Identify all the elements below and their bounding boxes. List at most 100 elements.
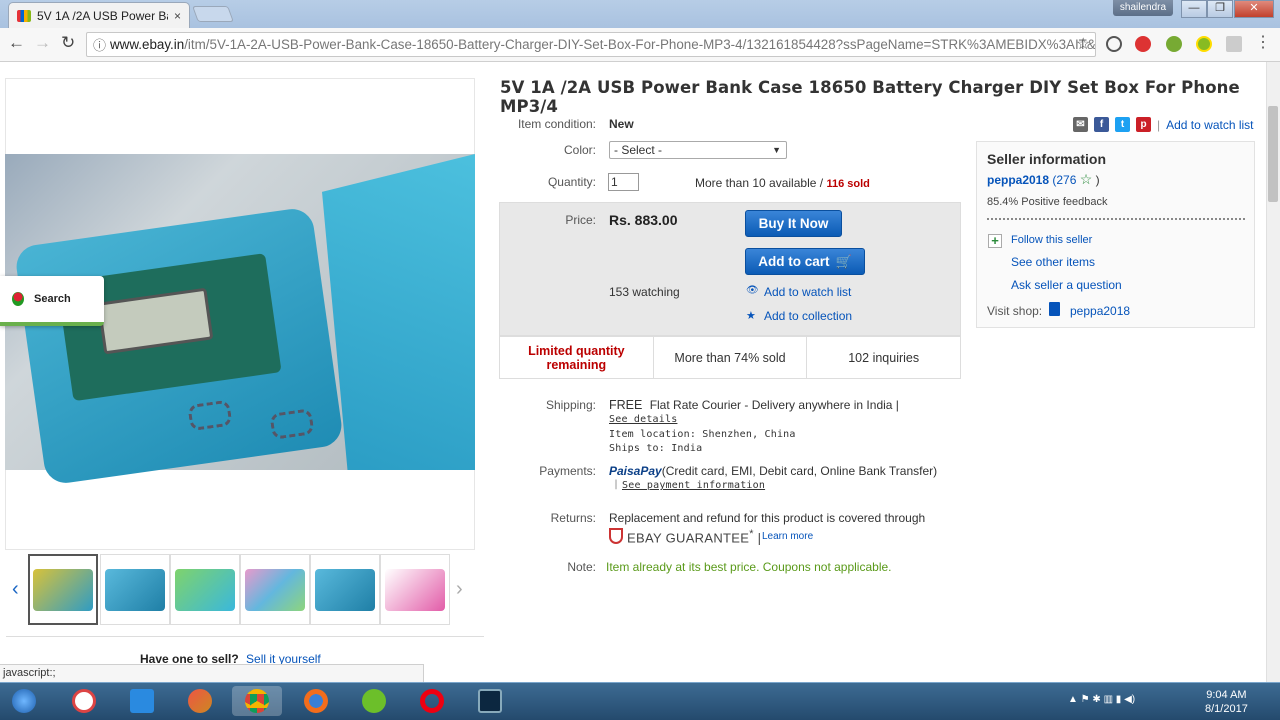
profile-badge[interactable]: shailendra xyxy=(1113,0,1173,16)
taskbar-app-icon[interactable] xyxy=(182,686,218,716)
price-value: Rs. 883.00 xyxy=(609,212,678,228)
plus-icon[interactable]: + xyxy=(988,234,1002,248)
shipping-info: FREE Flat Rate Courier - Delivery anywhe… xyxy=(609,398,899,412)
tab-title: 5V 1A /2A USB Power Ba xyxy=(37,8,168,23)
adblock-extension-icon[interactable] xyxy=(1135,36,1151,52)
seller-name-link[interactable]: peppa2018 xyxy=(987,173,1049,187)
thumbnail[interactable] xyxy=(380,554,450,625)
eye-icon: 👁 xyxy=(746,285,759,296)
see-details-link[interactable]: See details xyxy=(609,414,677,425)
returns-label: Returns: xyxy=(550,511,596,525)
availability-text: More than 10 available / 116 sold xyxy=(695,176,870,190)
color-select[interactable]: - Select - ▼ xyxy=(609,141,787,159)
thumbnail[interactable] xyxy=(310,554,380,625)
tray-icons[interactable]: ▲ ⚑ ✱ ▥ ▮ ◀) xyxy=(1068,694,1135,705)
scrollbar-thumb[interactable] xyxy=(1268,106,1278,202)
email-icon[interactable]: ✉ xyxy=(1073,117,1088,132)
see-other-items-link[interactable]: See other items xyxy=(1011,255,1095,269)
info-icon[interactable]: ⓘ xyxy=(93,35,106,54)
new-tab-button[interactable] xyxy=(192,6,234,22)
seller-name-row: peppa2018 (276 ☆ ) xyxy=(987,171,1100,188)
bookmark-star-icon[interactable]: ☆ xyxy=(1076,34,1090,54)
inquiries-stat: 102 inquiries xyxy=(848,350,920,365)
address-bar[interactable]: ⓘ www.ebay.in/itm/5V-1A-2A-USB-Power-Ban… xyxy=(86,32,1096,57)
positive-feedback: 85.4% Positive feedback xyxy=(987,196,1108,208)
extension-icon[interactable] xyxy=(1166,36,1182,52)
paisapay-logo: PaisaPay xyxy=(609,464,662,478)
block-extension-icon[interactable] xyxy=(1106,36,1122,52)
thumbnail[interactable] xyxy=(28,554,98,625)
search-bubble[interactable]: Search xyxy=(0,276,104,326)
minimize-button[interactable]: — xyxy=(1181,0,1207,18)
taskbar-app-icon[interactable] xyxy=(472,686,508,716)
sold-count[interactable]: 116 sold xyxy=(826,178,869,190)
spring-shape xyxy=(187,399,233,432)
note-label: Note: xyxy=(567,560,596,574)
visit-shop-label: Visit shop: xyxy=(987,304,1043,318)
thumbnail[interactable] xyxy=(240,554,310,625)
forward-arrow-icon[interactable]: → xyxy=(34,33,51,53)
feedback-star-icon: ☆ xyxy=(1079,171,1093,187)
rose-icon xyxy=(12,292,24,306)
taskbar-firefox-icon[interactable] xyxy=(298,686,334,716)
menu-icon[interactable]: ⋮ xyxy=(1255,35,1271,52)
window-close-button[interactable]: ✕ xyxy=(1234,0,1274,18)
thumbnail[interactable] xyxy=(170,554,240,625)
extension-icon[interactable] xyxy=(1196,36,1212,52)
payments-label: Payments: xyxy=(539,464,596,478)
shop-icon xyxy=(1049,302,1060,316)
facebook-icon[interactable]: f xyxy=(1094,117,1109,132)
price-label: Price: xyxy=(565,213,596,227)
taskbar-app-icon[interactable] xyxy=(66,686,102,716)
payments-desc: (Credit card, EMI, Debit card, Online Ba… xyxy=(661,464,938,478)
back-arrow-icon[interactable]: ← xyxy=(8,33,25,53)
status-bar: javascript:; xyxy=(0,664,424,682)
start-button[interactable] xyxy=(6,686,42,716)
taskbar-app-icon[interactable] xyxy=(124,686,160,716)
tab-close-icon[interactable]: × xyxy=(174,9,181,23)
item-stats: Limited quantity remaining More than 74%… xyxy=(499,336,961,379)
add-to-collection-link[interactable]: Add to collection xyxy=(764,309,852,323)
reload-icon[interactable]: ↻ xyxy=(61,33,75,53)
page-content: Search ‹ › Have one to sell? Sell it you… xyxy=(0,62,1266,682)
taskbar-chrome-icon[interactable] xyxy=(232,686,282,716)
watch-list-link[interactable]: Add to watch list xyxy=(1166,118,1253,132)
taskbar-app-icon[interactable] xyxy=(356,686,392,716)
maximize-button[interactable]: ❐ xyxy=(1207,0,1233,18)
twitter-icon[interactable]: t xyxy=(1115,117,1130,132)
note-text: Item already at its best price. Coupons … xyxy=(606,560,892,574)
clock-date: 8/1/2017 xyxy=(1205,703,1248,715)
share-row: ✉ f t p | Add to watch list xyxy=(1073,117,1254,132)
clock-time: 9:04 AM xyxy=(1206,689,1247,701)
follow-seller-link[interactable]: Follow this seller xyxy=(1011,234,1092,246)
url-path: /itm/5V-1A-2A-USB-Power-Bank-Case-18650-… xyxy=(184,37,1096,52)
see-payment-link[interactable]: See payment information xyxy=(622,480,765,491)
ships-to: Ships to: India xyxy=(609,443,703,454)
seller-score[interactable]: (276 xyxy=(1052,173,1076,187)
extension-icon[interactable] xyxy=(1226,36,1242,52)
add-to-cart-button[interactable]: Add to cart 🛒 xyxy=(745,248,865,275)
learn-more-link[interactable]: Learn more xyxy=(762,531,813,542)
share-separator: | xyxy=(1157,117,1161,132)
add-to-watch-link[interactable]: Add to watch list xyxy=(764,285,851,299)
taskbar-opera-icon[interactable] xyxy=(414,686,450,716)
thumbs-prev-arrow[interactable]: ‹ xyxy=(12,578,19,601)
condition-value: New xyxy=(609,117,634,131)
thumbs-next-arrow[interactable]: › xyxy=(456,578,463,601)
condition-label: Item condition: xyxy=(517,117,596,131)
seller-score-close: ) xyxy=(1095,173,1100,187)
shipping-free: FREE xyxy=(609,398,643,412)
buy-it-now-button[interactable]: Buy It Now xyxy=(745,210,842,237)
taskbar-clock[interactable]: 9:04 AM 8/1/2017 xyxy=(1205,688,1248,716)
shop-link[interactable]: peppa2018 xyxy=(1070,304,1130,318)
pinterest-icon[interactable]: p xyxy=(1136,117,1151,132)
thumbnail[interactable] xyxy=(100,554,170,625)
ask-seller-link[interactable]: Ask seller a question xyxy=(1011,278,1122,292)
item-title: 5V 1A /2A USB Power Bank Case 18650 Batt… xyxy=(500,78,1240,116)
search-bubble-label: Search xyxy=(34,293,71,305)
browser-tab[interactable]: 5V 1A /2A USB Power Ba × xyxy=(8,2,190,28)
dotted-divider xyxy=(987,218,1245,220)
divider xyxy=(6,636,484,637)
quantity-input[interactable]: 1 xyxy=(608,173,639,191)
add-to-cart-label: Add to cart xyxy=(758,254,830,269)
